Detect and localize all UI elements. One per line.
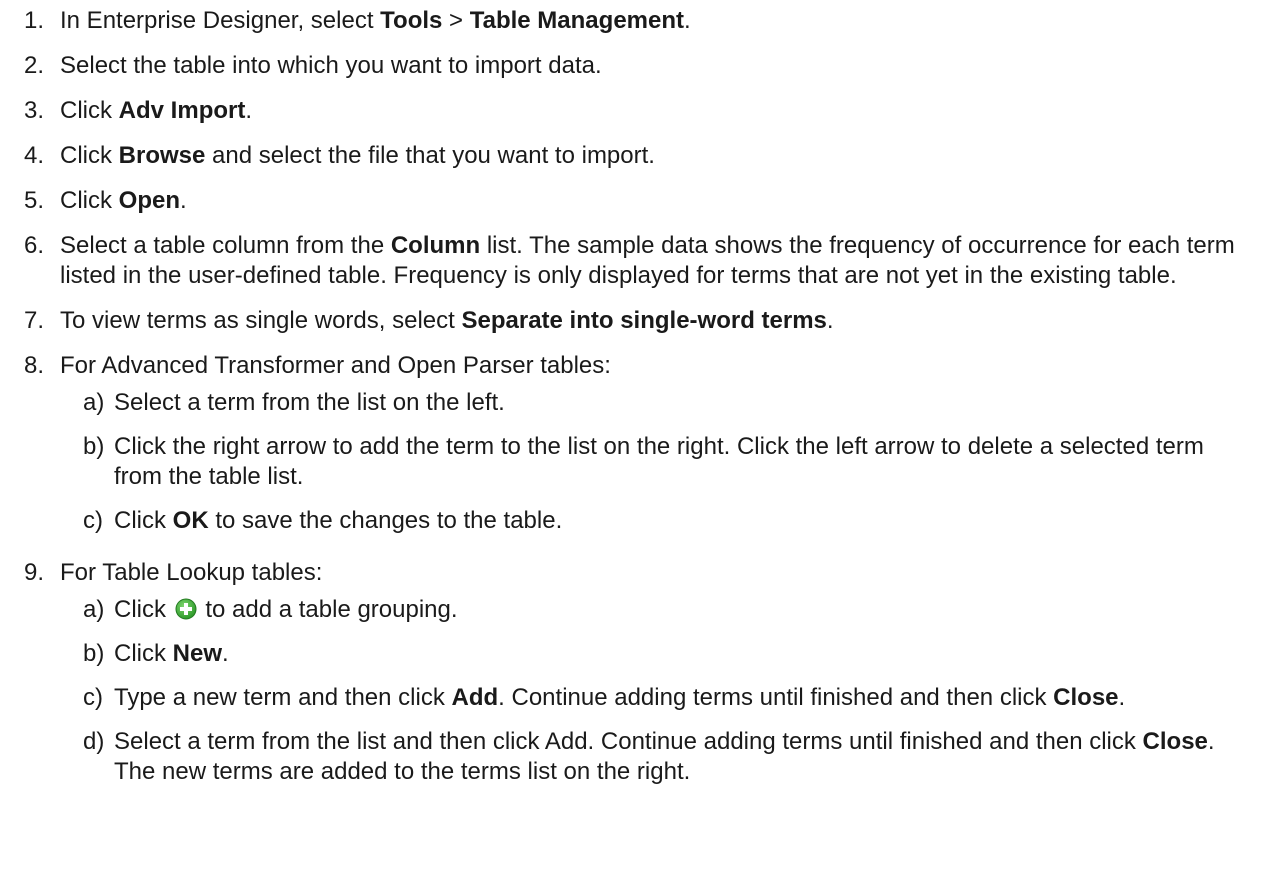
- ui-term-tools: Tools: [380, 7, 443, 34]
- text-run: Click: [114, 640, 173, 667]
- text-run: In Enterprise Designer, select: [60, 7, 381, 34]
- step-text: Click Open.: [60, 186, 1255, 216]
- step-number: 1.: [24, 7, 45, 34]
- step-7: 7. To view terms as single words, select…: [24, 306, 1255, 336]
- ui-term-ok: OK: [172, 507, 209, 534]
- step-number: 3.: [24, 97, 45, 124]
- step-text: For Advanced Transformer and Open Parser…: [60, 352, 611, 379]
- substep-text: Select a term from the list on the left.: [114, 389, 505, 416]
- step-number: 5.: [24, 187, 45, 214]
- substep-list: a) Click to add a table grouping. b) Cli…: [60, 595, 1255, 787]
- step-4: 4. Click Browse and select the file that…: [24, 141, 1255, 171]
- text-run: .: [684, 7, 691, 34]
- step-number: 6.: [24, 232, 45, 259]
- ui-term-adv-import: Adv Import: [118, 97, 246, 124]
- text-run: .: [826, 307, 834, 334]
- substep-9c: c) Type a new term and then click Add. C…: [60, 683, 1255, 713]
- text-run: and select the file that you want to imp…: [205, 142, 655, 169]
- step-8: 8. For Advanced Transformer and Open Par…: [24, 351, 1255, 536]
- substep-letter: c): [83, 684, 103, 711]
- ui-term-separate-single-word: Separate into single-word terms: [461, 307, 827, 334]
- ui-term-close: Close: [1053, 684, 1119, 711]
- text-run: . Continue adding terms until finished a…: [498, 684, 1054, 711]
- text-run: Click: [114, 596, 173, 623]
- text-run: Select a term from the list and then cli…: [114, 728, 1143, 755]
- ui-term-add: Add: [451, 684, 499, 711]
- step-number: 4.: [24, 142, 45, 169]
- text-run: Click: [60, 142, 119, 169]
- text-run: To view terms as single words, select: [60, 307, 462, 334]
- step-2: 2. Select the table into which you want …: [24, 51, 1255, 81]
- substep-9a: a) Click to add a table grouping.: [60, 595, 1255, 625]
- ui-term-table-management: Table Management: [469, 7, 684, 34]
- text-run: Click: [60, 187, 119, 214]
- substep-letter: b): [83, 640, 105, 667]
- substep-9d: d) Select a term from the list and then …: [60, 727, 1255, 787]
- text-run: .: [180, 187, 187, 214]
- step-text: In Enterprise Designer, select Tools > T…: [60, 6, 1255, 36]
- text-run: >: [442, 7, 470, 34]
- text-run: .: [1118, 684, 1126, 711]
- substep-text: Click the right arrow to add the term to…: [114, 433, 1204, 490]
- text-run: Type a new term and then click: [114, 684, 452, 711]
- step-9: 9. For Table Lookup tables: a) Click to …: [24, 558, 1255, 787]
- step-5: 5. Click Open.: [24, 186, 1255, 216]
- substep-text: Select a term from the list and then cli…: [114, 728, 1215, 785]
- step-number: 2.: [24, 52, 45, 79]
- substep-text: Type a new term and then click Add. Cont…: [114, 684, 1125, 711]
- ui-term-open: Open: [118, 187, 181, 214]
- substep-text: Click New.: [114, 640, 229, 667]
- step-6: 6. Select a table column from the Column…: [24, 231, 1255, 291]
- substep-8c: c) Click OK to save the changes to the t…: [60, 506, 1255, 536]
- substep-8a: a) Select a term from the list on the le…: [60, 388, 1255, 418]
- step-text: For Table Lookup tables:: [60, 559, 323, 586]
- step-number: 9.: [24, 559, 45, 586]
- text-run: Click: [60, 97, 119, 124]
- text-run: Select a table column from the: [60, 232, 391, 259]
- substep-9b: b) Click New.: [60, 639, 1255, 669]
- step-1: 1. In Enterprise Designer, select Tools …: [24, 6, 1255, 36]
- step-text: Select the table into which you want to …: [60, 52, 602, 79]
- substep-letter: b): [83, 433, 105, 460]
- procedure-steps: 1. In Enterprise Designer, select Tools …: [0, 0, 1279, 787]
- ui-term-new: New: [172, 640, 223, 667]
- substep-letter: d): [83, 728, 105, 755]
- substep-8b: b) Click the right arrow to add the term…: [60, 432, 1255, 492]
- ui-term-browse: Browse: [118, 142, 206, 169]
- substep-letter: a): [83, 596, 105, 623]
- text-run: .: [245, 97, 253, 124]
- step-number: 7.: [24, 307, 45, 334]
- substep-text: Click to add a table grouping.: [114, 596, 458, 623]
- step-number: 8.: [24, 352, 45, 379]
- step-text: Click Browse and select the file that yo…: [60, 141, 1255, 171]
- substep-text: Click OK to save the changes to the tabl…: [114, 507, 562, 534]
- step-text: To view terms as single words, select Se…: [60, 306, 1255, 336]
- step-text: Select a table column from the Column li…: [60, 231, 1255, 291]
- ui-term-column: Column: [390, 232, 481, 259]
- text-run: to save the changes to the table.: [208, 507, 563, 534]
- text-run: to add a table grouping.: [198, 596, 458, 623]
- text-run: .: [222, 640, 229, 667]
- add-circle-icon: [175, 598, 197, 620]
- substep-list: a) Select a term from the list on the le…: [60, 388, 1255, 536]
- substep-letter: c): [83, 507, 103, 534]
- step-text: Click Adv Import.: [60, 96, 1255, 126]
- ui-term-close: Close: [1142, 728, 1208, 755]
- step-3: 3. Click Adv Import.: [24, 96, 1255, 126]
- text-run: Click: [114, 507, 173, 534]
- substep-letter: a): [83, 389, 105, 416]
